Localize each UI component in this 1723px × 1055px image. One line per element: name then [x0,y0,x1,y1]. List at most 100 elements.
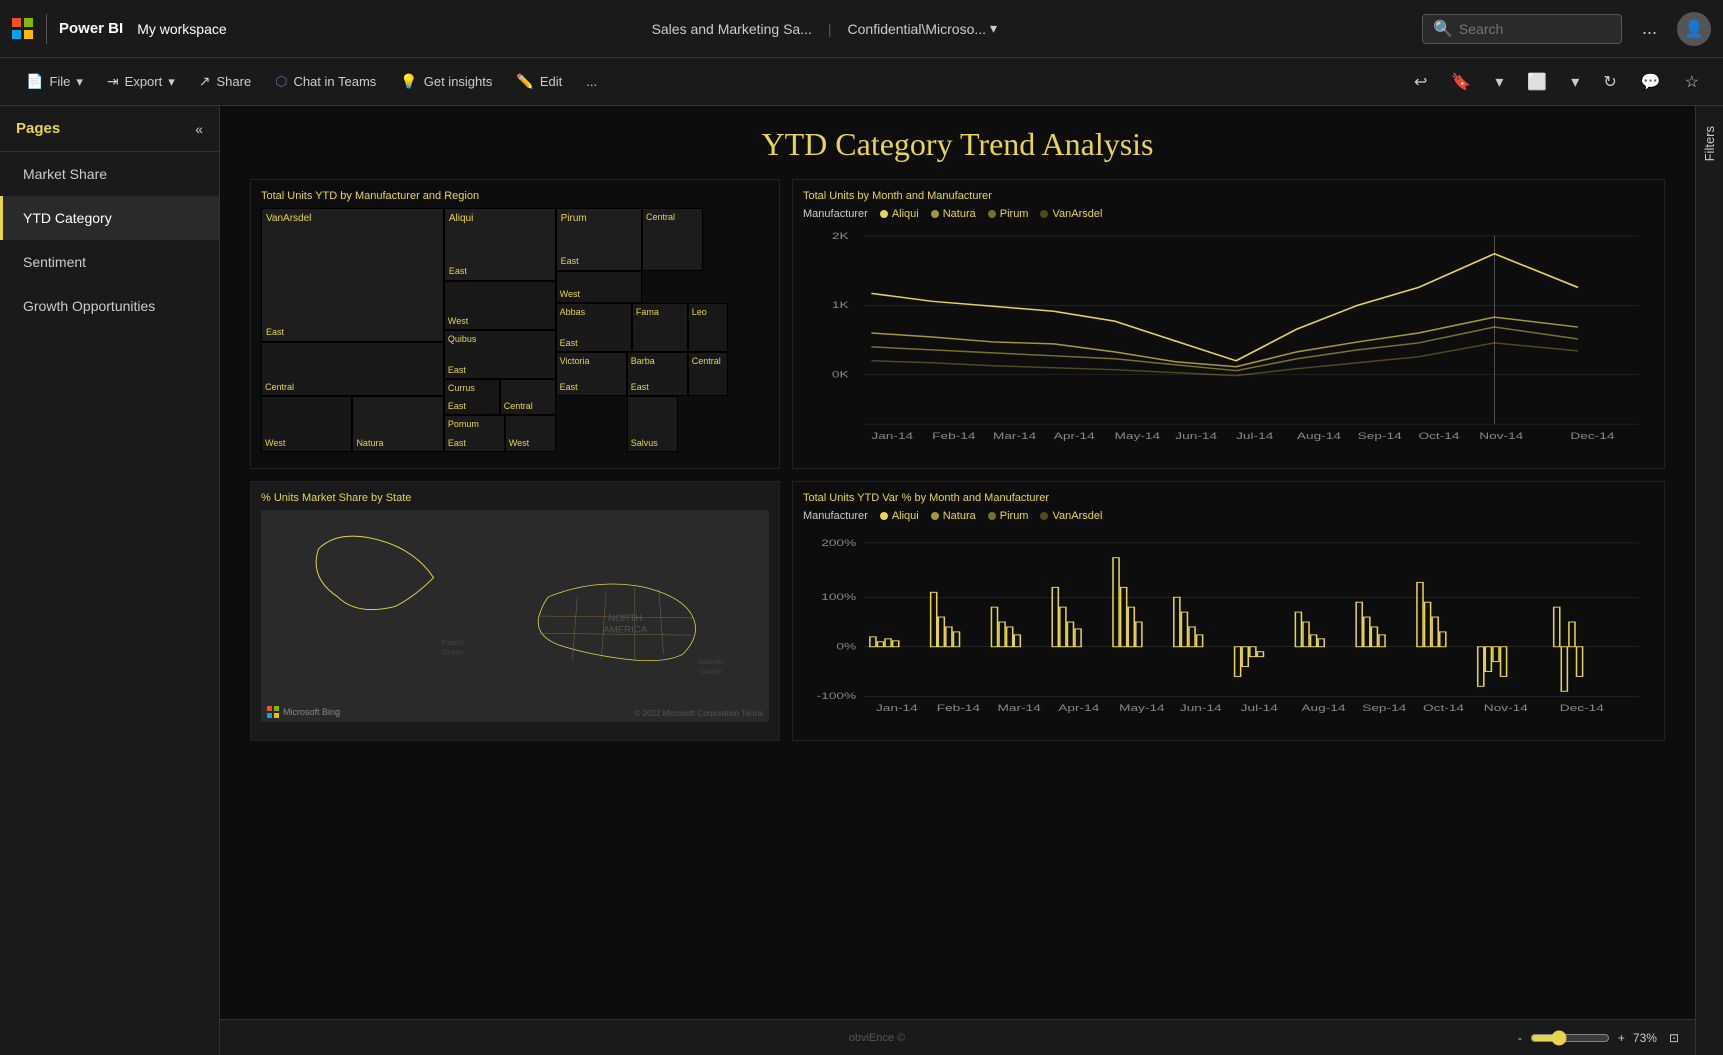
svg-text:Mar-14: Mar-14 [998,704,1042,713]
sidebar-item-sentiment[interactable]: Sentiment [0,240,219,284]
get-insights-button[interactable]: 💡 Get insights [390,67,502,96]
content-area: YTD Category Trend Analysis Total Units … [220,106,1695,1055]
svg-text:Nov-14: Nov-14 [1484,704,1529,713]
avatar[interactable]: 👤 [1677,12,1711,46]
bar-legend-natura: Natura [931,510,976,522]
search-icon: 🔍 [1433,19,1453,39]
file-button[interactable]: 📄 File ▾ [16,67,93,96]
svg-text:AMERICA: AMERICA [603,624,647,635]
sidebar-item-growth-opportunities[interactable]: Growth Opportunities [0,284,219,328]
svg-text:Apr-14: Apr-14 [1058,704,1100,713]
chat-in-teams-button[interactable]: ⬡ Chat in Teams [265,67,386,96]
svg-text:Jul-14: Jul-14 [1236,432,1274,441]
svg-text:1K: 1K [832,301,849,310]
charts-grid: Total Units YTD by Manufacturer and Regi… [250,179,1665,982]
bar-chart-legend: Manufacturer Aliqui Natura Pirum [803,510,1654,522]
chevron-down-icon[interactable]: ▾ [1487,66,1511,98]
sidebar-collapse-icon[interactable]: « [195,121,203,137]
svg-text:Atlantic: Atlantic [699,657,724,666]
legend-vanarsdel: VanArsdel [1040,208,1102,220]
obvience-branding: obviEnce © [849,1032,905,1044]
comment-icon[interactable]: 💬 [1633,66,1669,98]
svg-text:Oct-14: Oct-14 [1418,432,1460,441]
powerbi-label: Power BI [59,20,123,37]
svg-text:Aug-14: Aug-14 [1301,704,1346,713]
bookmark-icon[interactable]: 🔖 [1443,66,1479,98]
svg-text:0%: 0% [836,643,856,652]
treemap-panel[interactable]: Total Units YTD by Manufacturer and Regi… [250,179,780,469]
filters-panel[interactable]: Filters [1695,106,1723,1055]
chevron-down-2-icon[interactable]: ▾ [1563,66,1587,98]
bing-label: Microsoft Bing [283,707,340,717]
svg-text:Feb-14: Feb-14 [937,704,981,713]
zoom-level: 73% [1633,1031,1657,1045]
undo-icon[interactable]: ↩ [1406,66,1435,98]
svg-text:100%: 100% [821,593,856,602]
svg-text:Sep-14: Sep-14 [1362,704,1407,713]
svg-text:Jan-14: Jan-14 [876,704,918,713]
sensitivity-label[interactable]: Confidential\Microso... ▾ [848,20,998,37]
sidebar-title: Pages [16,120,60,137]
divider [46,14,47,44]
svg-text:Dec-14: Dec-14 [1560,704,1605,713]
svg-text:Oct-14: Oct-14 [1423,704,1465,713]
tm-vanarsdel-label: VanArsdel [266,213,439,224]
workspace-label[interactable]: My workspace [137,21,226,37]
line-chart-title: Total Units by Month and Manufacturer [803,190,1654,202]
svg-text:200%: 200% [821,539,856,548]
share-icon: ↗ [199,73,211,90]
svg-text:Apr-14: Apr-14 [1054,432,1096,441]
report-title-area: Sales and Marketing Sa... | Confidential… [235,20,1414,37]
search-box[interactable]: 🔍 [1422,14,1622,44]
map-svg: NORTH AMERICA Pacific Ocean Atlantic Oce… [261,510,769,722]
sidebar: Pages « Market Share YTD Category Sentim… [0,106,220,1055]
bottom-bar: obviEnce © - + 73% ⊡ [220,1019,1695,1055]
map-title: % Units Market Share by State [261,492,769,504]
svg-text:2K: 2K [832,232,849,241]
zoom-minus-button[interactable]: - [1518,1031,1522,1045]
svg-text:0K: 0K [832,371,849,380]
line-chart-panel[interactable]: Total Units by Month and Manufacturer Ma… [792,179,1665,469]
svg-text:NORTH: NORTH [608,613,642,624]
sidebar-item-ytd-category[interactable]: YTD Category [0,196,219,240]
filters-label: Filters [1702,116,1717,171]
export-button[interactable]: ⇥ Export ▾ [97,67,185,96]
report-page-title: YTD Category Trend Analysis [250,126,1665,163]
search-input[interactable] [1459,21,1609,37]
svg-text:Ocean: Ocean [441,647,464,656]
toolbar-right: ↩ 🔖 ▾ ⬜ ▾ ↻ 💬 ☆ [1406,66,1707,98]
teams-icon: ⬡ [275,73,287,90]
svg-text:Aug-14: Aug-14 [1297,432,1342,441]
bar-legend-aliqui: Aliqui [880,510,919,522]
rectangle-icon[interactable]: ⬜ [1519,66,1555,98]
svg-text:Sep-14: Sep-14 [1358,432,1403,441]
zoom-slider[interactable] [1530,1030,1610,1046]
svg-text:Nov-14: Nov-14 [1479,432,1524,441]
treemap-title: Total Units YTD by Manufacturer and Regi… [261,190,769,202]
report-file-name[interactable]: Sales and Marketing Sa... [652,21,812,37]
bar-chart-panel[interactable]: Total Units YTD Var % by Month and Manuf… [792,481,1665,741]
edit-button[interactable]: ✏️ Edit [506,67,572,96]
toolbar-more-button[interactable]: ... [576,68,607,95]
fit-page-icon[interactable]: ⊡ [1669,1031,1679,1045]
toolbar: 📄 File ▾ ⇥ Export ▾ ↗ Share ⬡ Chat in Te… [0,58,1723,106]
export-icon: ⇥ [107,73,119,90]
top-bar: Power BI My workspace Sales and Marketin… [0,0,1723,58]
microsoft-logo [12,18,34,40]
insights-icon: 💡 [400,73,417,90]
zoom-plus-button[interactable]: + [1618,1031,1625,1045]
map-copyright: © 2022 Microsoft Corporation Terms [635,709,763,718]
sidebar-item-market-share[interactable]: Market Share [0,152,219,196]
refresh-icon[interactable]: ↻ [1595,66,1624,98]
more-options-button[interactable]: ... [1634,14,1665,43]
star-icon[interactable]: ☆ [1677,66,1707,98]
bar-chart-svg: 200% 100% 0% -100% [803,528,1654,716]
bar-chart-title: Total Units YTD Var % by Month and Manuf… [803,492,1654,504]
map-background: NORTH AMERICA Pacific Ocean Atlantic Oce… [261,510,769,722]
report-canvas: YTD Category Trend Analysis Total Units … [220,106,1695,1019]
map-panel[interactable]: % Units Market Share by State [250,481,780,741]
main-layout: Pages « Market Share YTD Category Sentim… [0,106,1723,1055]
svg-text:May-14: May-14 [1119,704,1165,713]
share-button[interactable]: ↗ Share [189,67,261,96]
edit-icon: ✏️ [516,73,533,90]
